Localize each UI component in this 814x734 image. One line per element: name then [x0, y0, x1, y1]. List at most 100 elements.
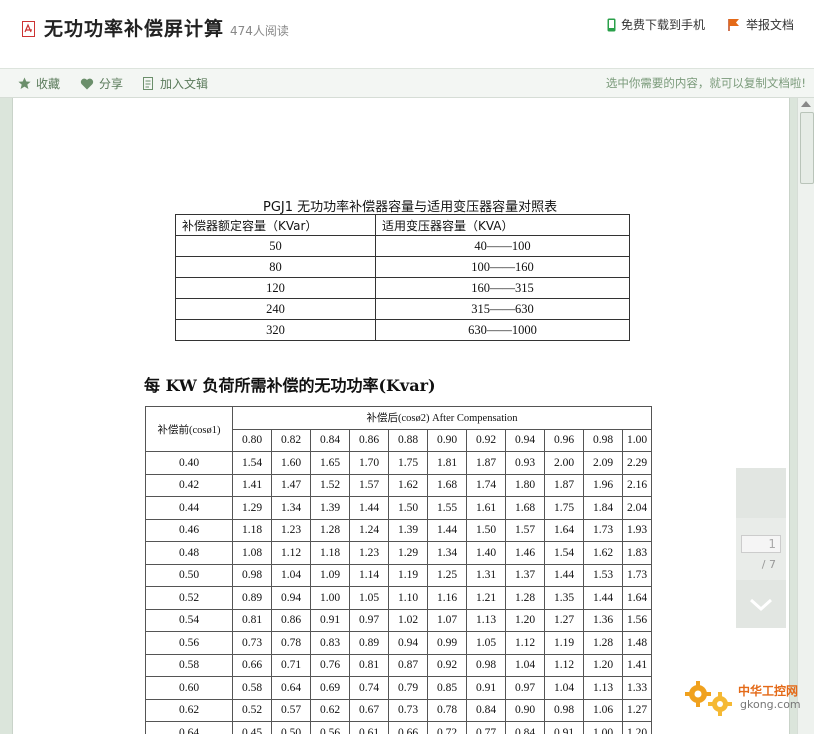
- compensation-table: 补偿前(cosø1) 补偿后(cosø2) After Compensation…: [145, 406, 652, 734]
- table-cell: 0.79: [388, 676, 428, 700]
- table-cell: 1.44: [544, 563, 584, 587]
- table-cell: 1.36: [583, 608, 623, 632]
- page-total: / 7: [761, 558, 776, 571]
- table-cell: 1.04: [271, 563, 311, 587]
- table-cell: 2.04: [622, 496, 652, 520]
- table-cell: 1.54: [232, 451, 272, 475]
- table-row: 0.40 1.54 1.60 1.65 1.70 1.75 1.81 1.87 0.93 2.00…: [145, 451, 652, 475]
- scroll-up-arrow-icon[interactable]: [801, 101, 811, 107]
- table-cell: 1.57: [505, 518, 545, 542]
- table-cell: 0.66: [388, 721, 428, 734]
- table-cell: 1.04: [505, 653, 545, 677]
- table-cell: 1.53: [583, 563, 623, 587]
- table-cell: 1.93: [622, 518, 652, 542]
- table-cell: 1.50: [466, 518, 506, 542]
- toolbar-actions: 收藏 分享 加入文辑: [18, 75, 228, 92]
- table-cell: 0.77: [466, 721, 506, 734]
- copy-hint: 选中你需要的内容，就可以复制文档啦!: [605, 76, 806, 90]
- table-cell: 1.55: [427, 496, 467, 520]
- column-header-cell: 0.88: [388, 428, 428, 452]
- scrollbar-thumb[interactable]: [800, 112, 814, 184]
- vertical-scrollbar[interactable]: [797, 98, 814, 734]
- table-cell: 0.81: [349, 653, 389, 677]
- favorite-button[interactable]: 收藏: [18, 75, 60, 92]
- table-row: 50 40——100: [175, 235, 630, 257]
- table-cell: 1.60: [271, 451, 311, 475]
- table-cell: 1.28: [310, 518, 350, 542]
- row-label-cell: 0.46: [145, 518, 233, 542]
- document-add-icon: [143, 76, 154, 90]
- table-cell: 1.52: [310, 473, 350, 497]
- table-cell: 1.81: [427, 451, 467, 475]
- title-area: 无功功率补偿屏计算 474人阅读: [22, 14, 289, 41]
- table-cell: 0.98: [544, 698, 584, 722]
- download-to-phone-button[interactable]: 免费下载到手机: [607, 16, 705, 33]
- table-cell: 1.14: [349, 563, 389, 587]
- table-cell: 1.70: [349, 451, 389, 475]
- document-page[interactable]: PGJ1 无功功率补偿器容量与适用变压器容量对照表 补偿器额定容量（KVar） …: [12, 98, 790, 734]
- row-label-cell: 0.58: [145, 653, 233, 677]
- column-header-cell: 0.86: [349, 428, 389, 452]
- table-cell: 1.34: [427, 541, 467, 565]
- table-cell: 0.78: [271, 631, 311, 655]
- table-cell: 0.86: [271, 608, 311, 632]
- table-row: 0.44 1.29 1.34 1.39 1.44 1.50 1.55 1.61 1.68 1.75…: [145, 496, 652, 520]
- table-cell: 0.73: [232, 631, 272, 655]
- table-cell: 1.23: [271, 518, 311, 542]
- table-cell: 0.76: [310, 653, 350, 677]
- table-cell: 1.29: [232, 496, 272, 520]
- row-label-cell: 0.54: [145, 608, 233, 632]
- table-cell: 1.68: [427, 473, 467, 497]
- table-cell: 1.48: [622, 631, 652, 655]
- table-cell: 1.57: [349, 473, 389, 497]
- table-cell: 0.89: [349, 631, 389, 655]
- table-cell: 0.71: [271, 653, 311, 677]
- document-header: 无功功率补偿屏计算 474人阅读 免费下载到手机 举报文档: [0, 0, 814, 69]
- table-cell: 1.09: [310, 563, 350, 587]
- table-cell: 0.62: [310, 698, 350, 722]
- page-number-input[interactable]: 1: [741, 535, 781, 553]
- table-row: 240 315——630: [175, 298, 630, 320]
- column-header-cell: 0.84: [310, 428, 350, 452]
- table-cell: 1.34: [271, 496, 311, 520]
- table-row: 0.42 1.41 1.47 1.52 1.57 1.62 1.68 1.74 1.80 1.87…: [145, 473, 652, 497]
- column-header-cell: 0.82: [271, 428, 311, 452]
- column-header-cell: 0.94: [505, 428, 545, 452]
- table-row: 0.48 1.08 1.12 1.18 1.23 1.29 1.34 1.40 1.46 1.54…: [145, 541, 652, 565]
- phone-icon: [607, 18, 616, 31]
- download-label: 免费下载到手机: [620, 18, 705, 32]
- table-cell: 1.10: [388, 586, 428, 610]
- table-cell: 0.57: [271, 698, 311, 722]
- table-cell: 120: [175, 277, 376, 299]
- next-page-button[interactable]: [736, 580, 786, 628]
- document-viewer[interactable]: PGJ1 无功功率补偿器容量与适用变压器容量对照表 补偿器额定容量（KVar） …: [0, 98, 814, 734]
- pdf-icon: [22, 21, 35, 37]
- table-row: 0.60 0.58 0.64 0.69 0.74 0.79 0.85 0.91 0.97 1.04…: [145, 676, 652, 700]
- table-cell: 1.25: [427, 563, 467, 587]
- table-cell: 0.89: [232, 586, 272, 610]
- table-cell: 1.41: [622, 653, 652, 677]
- table-cell: 0.91: [466, 676, 506, 700]
- read-count: 474人阅读: [230, 24, 289, 38]
- table-row: 0.64 0.45 0.50 0.56 0.61 0.66 0.72 0.77 0.84 0.91…: [145, 721, 652, 734]
- table-header-cell: 补偿器额定容量（KVar）: [175, 214, 376, 236]
- report-document-button[interactable]: 举报文档: [727, 16, 794, 33]
- column-header-cell: 0.90: [427, 428, 467, 452]
- table-cell: 1.74: [466, 473, 506, 497]
- table-cell: 0.84: [505, 721, 545, 734]
- table-cell: 1.62: [388, 473, 428, 497]
- table-cell: 1.20: [583, 653, 623, 677]
- table-cell: 1.39: [388, 518, 428, 542]
- table-cell: 0.98: [466, 653, 506, 677]
- table-cell: 1.73: [583, 518, 623, 542]
- table-cell: 1.21: [466, 586, 506, 610]
- row-label-cell: 0.64: [145, 721, 233, 734]
- table-cell: 40——100: [375, 235, 630, 257]
- share-button[interactable]: 分享: [80, 75, 123, 92]
- table-cell: 0.94: [271, 586, 311, 610]
- table-cell: 1.84: [583, 496, 623, 520]
- add-to-collection-button[interactable]: 加入文辑: [143, 75, 208, 92]
- row-label-cell: 0.56: [145, 631, 233, 655]
- table-row: 120 160——315: [175, 277, 630, 299]
- previous-page-button[interactable]: [736, 468, 786, 518]
